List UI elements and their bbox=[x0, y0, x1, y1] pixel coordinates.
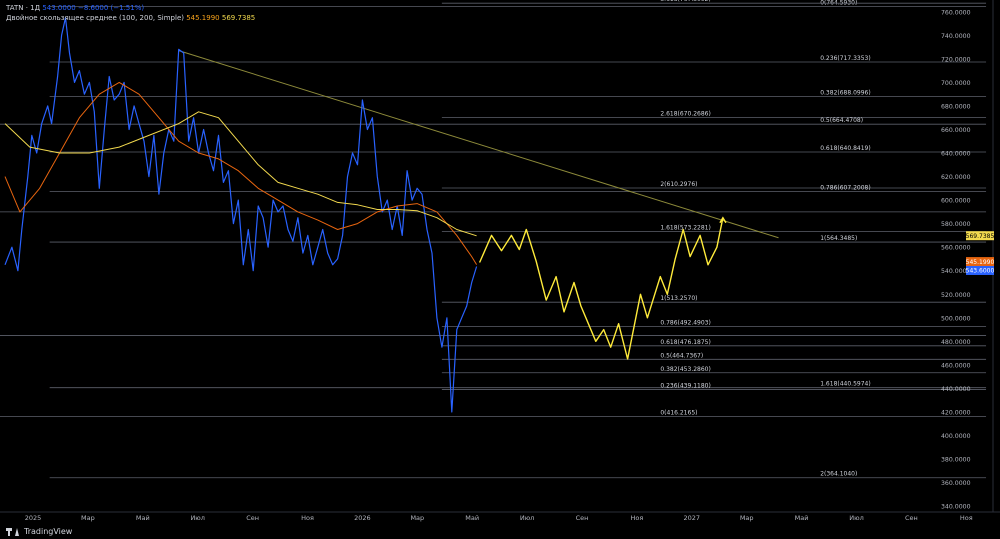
legend-symbol-row: TATN · 1Д 543.0000 −8.6000 (−1.51%) bbox=[6, 3, 255, 13]
time-tick-label: Ноя bbox=[960, 514, 973, 522]
price-chart[interactable]: 0(764.5930)0.236(717.3353)0.382(688.0996… bbox=[0, 0, 1000, 539]
price-tick-label: 560.0000 bbox=[941, 245, 971, 252]
time-tick-label: Май bbox=[795, 514, 809, 522]
price-tick-label: 460.0000 bbox=[941, 362, 971, 369]
chart-background bbox=[0, 0, 1000, 539]
time-tick-label: Сен bbox=[905, 514, 918, 522]
time-tick-label: Ноя bbox=[631, 514, 644, 522]
legend-symbol[interactable]: TATN · 1Д bbox=[6, 4, 40, 12]
level-label: 0.382(688.0996) bbox=[820, 89, 871, 96]
price-tick-label: 760.0000 bbox=[941, 9, 971, 16]
legend-ma2-value: 569.7385 bbox=[221, 14, 256, 22]
level-label: 0.618(476.1875) bbox=[660, 339, 711, 346]
price-tick-label: 480.0000 bbox=[941, 339, 971, 346]
time-tick-label: 2026 bbox=[354, 514, 371, 522]
time-tick-label: Ноя bbox=[301, 514, 314, 522]
time-tick-label: Мар bbox=[740, 514, 754, 522]
level-label: 2.618(670.2686) bbox=[660, 110, 711, 117]
legend-indicator-name[interactable]: Двойное скользящее среднее (100, 200, Si… bbox=[6, 14, 184, 22]
price-tick-label: 340.0000 bbox=[941, 504, 971, 511]
chart-legend: TATN · 1Д 543.0000 −8.6000 (−1.51%) Двой… bbox=[6, 3, 255, 23]
price-tick-label: 740.0000 bbox=[941, 33, 971, 40]
level-label: 1(564.3485) bbox=[820, 235, 857, 242]
legend-ohlc: 543.0000 −8.6000 (−1.51%) bbox=[42, 4, 145, 12]
level-label: 0.5(464.7367) bbox=[660, 352, 703, 359]
time-tick-label: Сен bbox=[246, 514, 259, 522]
price-tick-label: 700.0000 bbox=[941, 80, 971, 87]
level-label: 0(416.2165) bbox=[660, 409, 697, 416]
price-tick-label: 600.0000 bbox=[941, 198, 971, 205]
price-tag-label: 569.7385 bbox=[966, 233, 995, 240]
tradingview-logo[interactable]: TradingView bbox=[6, 527, 72, 536]
price-tick-label: 720.0000 bbox=[941, 56, 971, 63]
legend-indicator-row: Двойное скользящее среднее (100, 200, Si… bbox=[6, 13, 255, 23]
level-label: 0.382(453.2860) bbox=[660, 366, 711, 373]
level-label: 0.786(607.2008) bbox=[820, 185, 871, 192]
level-label: 0.5(664.4708) bbox=[820, 117, 863, 124]
price-tick-label: 640.0000 bbox=[941, 151, 971, 158]
level-label: 0.786(492.4903) bbox=[660, 320, 711, 327]
price-tick-label: 500.0000 bbox=[941, 315, 971, 322]
level-label: 2(610.2976) bbox=[660, 181, 697, 188]
tradingview-wordmark: TradingView bbox=[24, 527, 73, 536]
time-tick-label: Июл bbox=[520, 514, 535, 522]
price-tick-label: 660.0000 bbox=[941, 127, 971, 134]
time-tick-label: Май bbox=[136, 514, 150, 522]
price-tick-label: 620.0000 bbox=[941, 174, 971, 181]
price-tick-label: 580.0000 bbox=[941, 221, 971, 228]
legend-ma1-value: 545.1990 bbox=[186, 14, 220, 22]
level-label: 3.618(767.3092) bbox=[660, 0, 711, 3]
time-tick-label: Май bbox=[465, 514, 479, 522]
time-tick-label: Июл bbox=[849, 514, 864, 522]
time-tick-label: Мар bbox=[410, 514, 424, 522]
price-tick-label: 380.0000 bbox=[941, 457, 971, 464]
level-label: 1.618(440.5974) bbox=[820, 381, 871, 388]
level-label: 0.236(439.1180) bbox=[660, 382, 711, 389]
price-tag-label: 545.1990 bbox=[966, 259, 995, 266]
level-label: 0.236(717.3353) bbox=[820, 55, 871, 62]
price-tick-label: 420.0000 bbox=[941, 409, 971, 416]
price-tick-label: 520.0000 bbox=[941, 292, 971, 299]
price-tick-label: 440.0000 bbox=[941, 386, 971, 393]
time-tick-label: Июл bbox=[190, 514, 205, 522]
time-tick-label: Мар bbox=[81, 514, 95, 522]
price-tick-label: 360.0000 bbox=[941, 480, 971, 487]
price-tick-label: 680.0000 bbox=[941, 103, 971, 110]
price-tick-label: 400.0000 bbox=[941, 433, 971, 440]
time-tick-label: Сен bbox=[576, 514, 589, 522]
level-label: 0.618(640.8419) bbox=[820, 145, 871, 152]
time-tick-label: 2025 bbox=[25, 514, 42, 522]
tradingview-mark-icon bbox=[6, 527, 20, 536]
price-tag-label: 543.6000 bbox=[966, 268, 995, 275]
level-label: 1(513.2570) bbox=[660, 295, 697, 302]
level-label: 2(364.1040) bbox=[820, 471, 857, 478]
level-label: 1.618(573.2281) bbox=[660, 225, 711, 232]
time-tick-label: 2027 bbox=[684, 514, 701, 522]
